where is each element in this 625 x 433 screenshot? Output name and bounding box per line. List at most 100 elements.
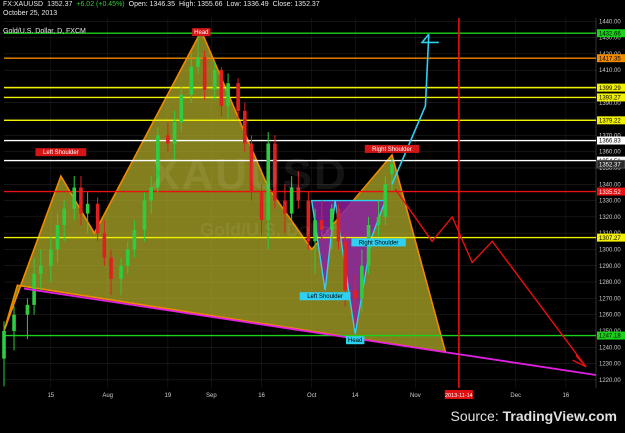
annotation-label: Head	[194, 30, 208, 36]
candle-body	[166, 135, 170, 144]
last-price: 1352.37	[47, 1, 73, 8]
candle-body	[202, 57, 207, 90]
candle-body	[62, 208, 67, 226]
level-label: 1417.35	[599, 56, 621, 62]
candle-body	[376, 216, 381, 226]
x-tick-label: Oct	[307, 393, 317, 399]
y-tick-label: 1300.00	[599, 247, 621, 253]
candle-body	[172, 122, 177, 144]
candle-body	[353, 290, 357, 299]
price-axis[interactable]: 1220.001230.001240.001250.001260.001270.…	[596, 19, 625, 384]
x-tick-label: Nov	[410, 393, 421, 399]
series-watermark: Gold/U.S. Dollar	[200, 220, 338, 240]
y-tick-label: 1290.00	[599, 264, 621, 270]
candle-body	[38, 265, 43, 274]
candle-body	[125, 249, 130, 266]
candle-body	[2, 330, 6, 359]
series-name: Gold/U.S. Dollar, D, FXCM	[3, 28, 86, 35]
cyan-projection	[391, 34, 430, 185]
grid	[4, 18, 597, 388]
level-label: 1399.29	[599, 86, 621, 92]
candle-body	[95, 203, 100, 234]
source-brand[interactable]: TradingView.com	[503, 408, 617, 424]
candle-body	[283, 200, 287, 214]
symbol-label[interactable]: FX:XAUUSD	[3, 1, 43, 8]
candle-body	[189, 66, 194, 95]
level-label: 1432.66	[599, 31, 621, 37]
y-tick-label: 1340.00	[599, 182, 621, 188]
candle-body	[336, 208, 341, 242]
candle-body	[119, 265, 123, 279]
x-tick-label: 15	[47, 393, 54, 399]
candle-body	[102, 233, 107, 258]
candle-body	[360, 265, 364, 299]
y-tick-label: 1320.00	[599, 215, 621, 221]
y-tick-label: 1220.00	[599, 378, 621, 384]
last-price-label: 1352.37	[599, 162, 621, 168]
cyan-arrowhead	[420, 33, 439, 44]
level-label: 1393.27	[599, 96, 621, 102]
open-value: Open: 1346.35	[128, 1, 175, 8]
time-axis[interactable]: 15 Aug 19 Sep 16 Oct 14 Nov 2013-11-14 Dec 16	[47, 390, 570, 399]
date-label: October 25, 2013	[3, 10, 58, 17]
y-tick-label: 1280.00	[599, 280, 621, 286]
candle-body	[132, 229, 137, 250]
annotation-label: Head	[348, 338, 362, 344]
quote-header: FX:XAUUSD 1352.37 +6.02 (+0.45%) Open: 1346…	[3, 1, 324, 8]
candle-body	[79, 187, 83, 214]
candle-body	[390, 164, 394, 174]
x-tick-label: Dec	[510, 393, 521, 399]
x-tick-label: 19	[165, 393, 172, 399]
level-label: 1335.52	[599, 190, 621, 196]
price-chart[interactable]: Head Left Shoulder Right Shoulder Left Shou…	[0, 0, 625, 428]
source-prefix: Source:	[450, 408, 503, 424]
annotation-label: Right Shoulder	[359, 240, 399, 246]
x-tick-label: 16	[258, 393, 265, 399]
candle-body	[25, 304, 30, 315]
level-label: 1307.27	[599, 236, 621, 242]
candle-body	[55, 225, 60, 250]
y-tick-label: 1410.00	[599, 68, 621, 74]
y-tick-label: 1240.00	[599, 345, 621, 351]
y-tick-label: 1330.00	[599, 199, 621, 205]
candle-body	[212, 70, 217, 90]
source-credit: Source: TradingView.com	[450, 408, 617, 424]
high-value: High: 1355.66	[178, 1, 223, 8]
change-value: +6.02 (+0.45%)	[76, 1, 125, 8]
close-value: Close: 1352.37	[272, 1, 320, 8]
low-value: Low: 1336.49	[226, 1, 269, 8]
y-tick-label: 1390.00	[599, 101, 621, 107]
annotation-label: Left Shoulder	[43, 150, 79, 156]
ticker-watermark: XAUUSD	[150, 150, 348, 199]
candle-body	[383, 184, 388, 217]
x-tick-label: 2013-11-14	[445, 393, 473, 399]
candle-body	[226, 83, 230, 107]
candle-body	[49, 249, 53, 266]
candle-body	[179, 94, 184, 123]
y-tick-label: 1440.00	[599, 19, 621, 25]
annotation-label: Left Shoulder	[307, 294, 343, 300]
candle-body	[343, 241, 347, 291]
candle-body	[12, 314, 16, 331]
candle-body	[72, 187, 77, 209]
candle-body	[85, 203, 90, 214]
level-label: 1366.83	[599, 139, 621, 145]
y-tick-label: 1270.00	[599, 296, 621, 302]
x-tick-label: 14	[352, 393, 359, 399]
y-tick-label: 1260.00	[599, 313, 621, 319]
x-tick-label: Aug	[102, 393, 113, 399]
y-tick-label: 1360.00	[599, 150, 621, 156]
chart-area[interactable]: Head Left Shoulder Right Shoulder Left Shou…	[0, 0, 625, 428]
x-tick-label: Sep	[206, 393, 217, 399]
candle-body	[219, 70, 224, 107]
candle-body	[236, 83, 240, 111]
level-label: 1247.18	[599, 334, 621, 340]
candle-body	[243, 110, 247, 144]
candle-body	[109, 257, 113, 279]
candle-body	[196, 57, 200, 67]
annotation-label: Right Shoulder	[372, 147, 412, 153]
candle-body	[142, 200, 147, 230]
level-label: 1379.22	[599, 119, 621, 125]
y-tick-label: 1230.00	[599, 362, 621, 368]
x-tick-label: 16	[563, 393, 570, 399]
